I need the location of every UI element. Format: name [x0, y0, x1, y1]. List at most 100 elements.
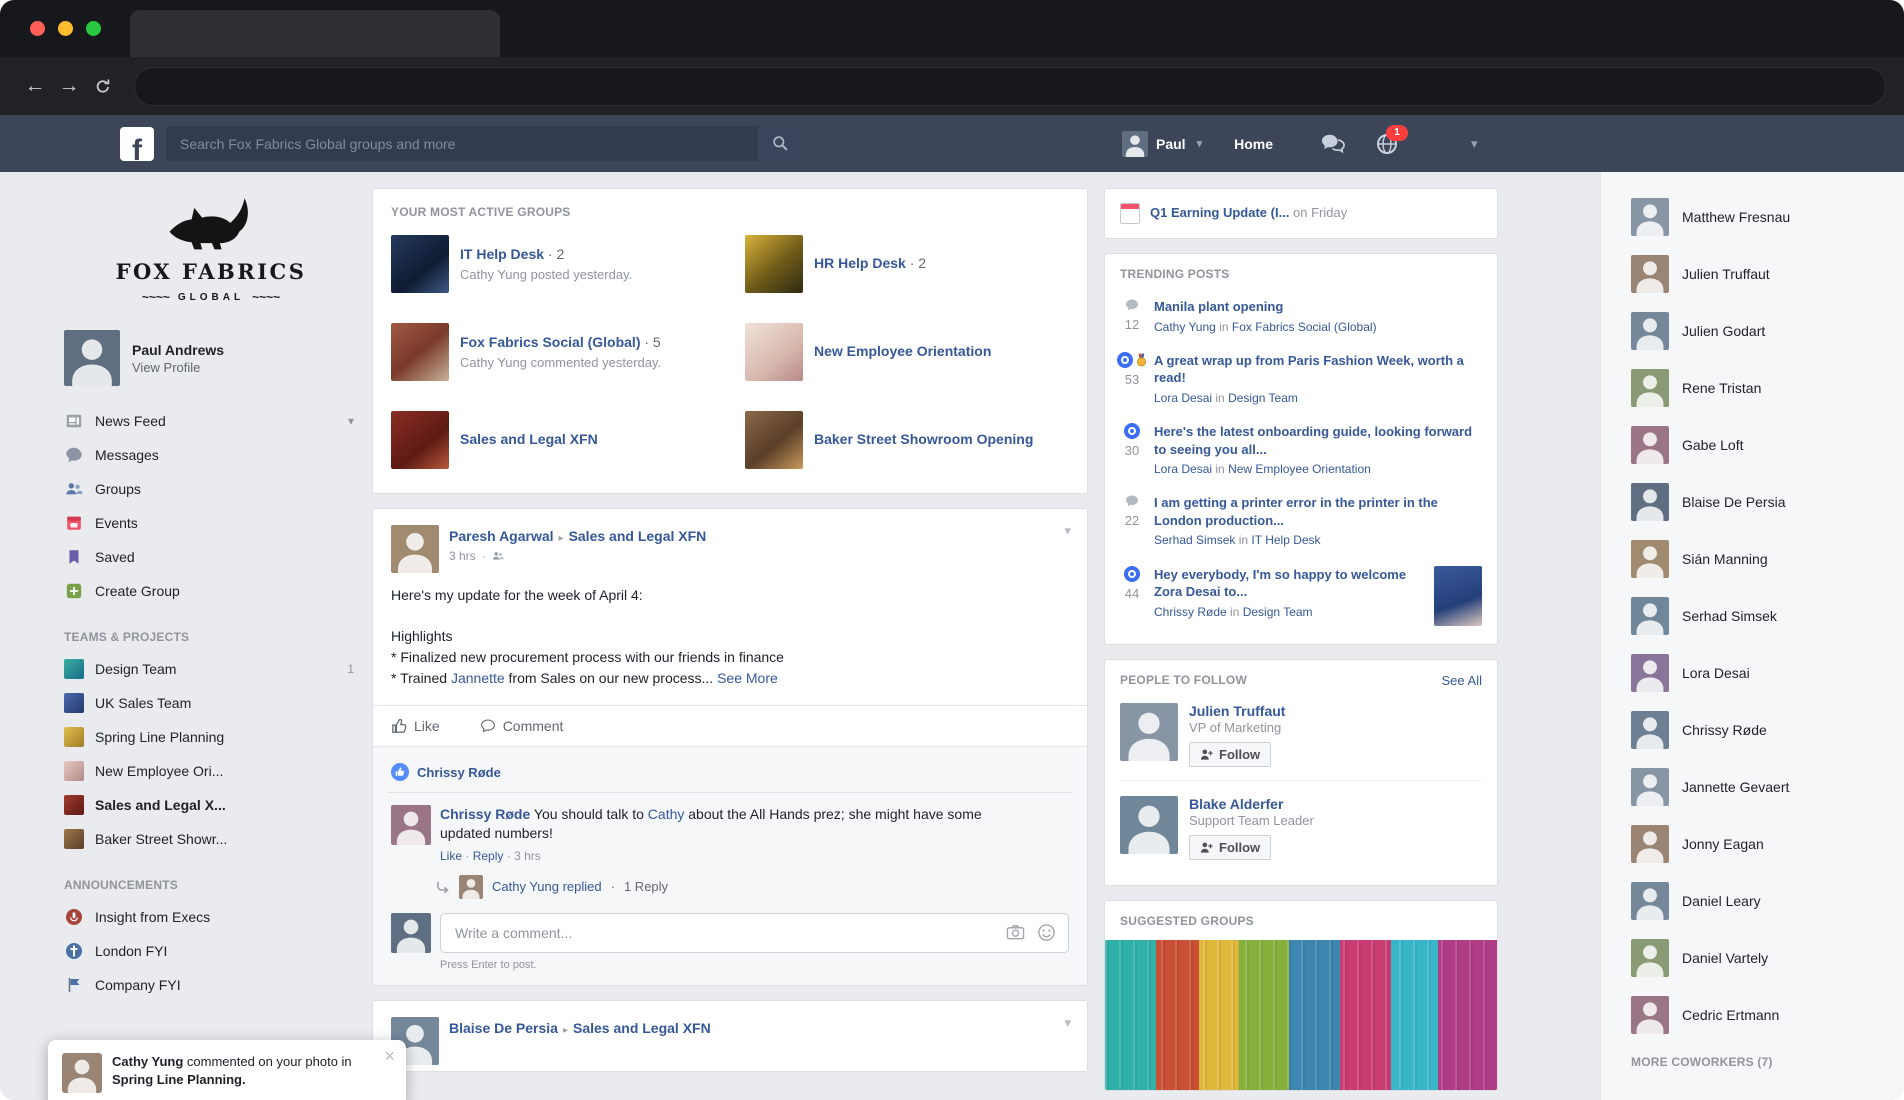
contact-row[interactable]: Daniel Leary — [1631, 872, 1904, 929]
group-item-sales-and-legal-xfn[interactable]: Sales and Legal XFN — [391, 411, 715, 469]
browser-tab[interactable] — [130, 10, 500, 57]
view-profile-link[interactable]: View Profile — [132, 360, 224, 375]
contact-row[interactable]: Blaise De Persia — [1631, 473, 1904, 530]
group-link[interactable]: New Employee Orientation — [1228, 462, 1371, 476]
post-options-chevron[interactable]: ▾ — [1064, 523, 1071, 539]
group-name[interactable]: Sales and Legal XFN — [460, 431, 598, 447]
sidebar-item-insight-from-execs[interactable]: Insight from Execs — [62, 900, 360, 934]
avatar[interactable] — [391, 805, 431, 845]
search-button[interactable] — [758, 126, 802, 161]
comment-reply-link[interactable]: Reply — [473, 849, 504, 863]
comment-button[interactable]: Comment — [480, 718, 564, 734]
group-link[interactable]: Fox Fabrics Social (Global) — [1232, 320, 1377, 334]
reload-button[interactable] — [86, 69, 120, 103]
person-name-link[interactable]: Blake Alderfer — [1189, 796, 1314, 812]
trending-title-link[interactable]: A great wrap up from Paris Fashion Week,… — [1154, 352, 1482, 387]
comment-author-link[interactable]: Chrissy Røde — [440, 806, 530, 822]
sidebar-item-events[interactable]: Events — [62, 506, 360, 540]
profile-menu[interactable]: Paul ▾ — [1122, 131, 1202, 157]
trending-title-link[interactable]: Hey everybody, I'm so happy to welcome Z… — [1154, 566, 1424, 601]
trending-title-link[interactable]: Manila plant opening — [1154, 298, 1482, 316]
window-minimize-button[interactable] — [58, 21, 73, 36]
sidebar-item-london-fyi[interactable]: London FYI — [62, 934, 360, 968]
sidebar-item-sales-and-legal[interactable]: Sales and Legal X... — [62, 788, 360, 822]
reply-author[interactable]: Cathy Yung replied — [492, 879, 602, 894]
reply-count[interactable]: 1 Reply — [624, 879, 668, 894]
group-item-fox-fabrics-social[interactable]: Fox Fabrics Social (Global) · 5 Cathy Yu… — [391, 323, 715, 381]
person-link[interactable]: Cathy Yung — [1154, 320, 1216, 334]
back-button[interactable]: ← — [18, 69, 52, 103]
sidebar-item-spring-line-planning[interactable]: Spring Line Planning — [62, 720, 360, 754]
account-menu-chevron[interactable]: ▾ — [1471, 136, 1478, 152]
event-reminder-card[interactable]: Q1 Earning Update (I... on Friday — [1104, 188, 1498, 239]
group-item-new-employee-orientation[interactable]: New Employee Orientation — [745, 323, 1069, 381]
person-link[interactable]: Lora Desai — [1154, 462, 1212, 476]
avatar[interactable] — [391, 525, 439, 573]
sidebar-item-baker-street-showroom[interactable]: Baker Street Showr... — [62, 822, 360, 856]
contact-row[interactable]: Daniel Vartely — [1631, 929, 1904, 986]
person-link[interactable]: Jannette — [451, 670, 505, 686]
comment-input[interactable] — [453, 924, 994, 942]
sidebar-item-new-employee-orientation[interactable]: New Employee Ori... — [62, 754, 360, 788]
person-link[interactable]: Cathy Yung — [112, 1054, 183, 1069]
messages-icon[interactable] — [1321, 132, 1345, 156]
trending-item[interactable]: 22 I am getting a printer error in the p… — [1120, 494, 1482, 548]
like-button[interactable]: Like — [391, 718, 440, 734]
sidebar-item-uk-sales-team[interactable]: UK Sales Team — [62, 686, 360, 720]
liked-by-name[interactable]: Chrissy Røde — [417, 765, 501, 780]
group-link[interactable]: Design Team — [1228, 391, 1298, 405]
group-name[interactable]: Baker Street Showroom Opening — [814, 431, 1033, 447]
see-more-link[interactable]: See More — [717, 670, 778, 686]
sidebar-item-news-feed[interactable]: News Feed ▾ — [62, 404, 360, 438]
forward-button[interactable]: → — [52, 69, 86, 103]
group-name[interactable]: New Employee Orientation — [814, 343, 991, 359]
avatar[interactable] — [1120, 703, 1178, 761]
contact-row[interactable]: Gabe Loft — [1631, 416, 1904, 473]
event-title-link[interactable]: Q1 Earning Update (I... — [1150, 205, 1289, 220]
group-name[interactable]: HR Help Desk — [814, 255, 906, 271]
contact-row[interactable]: Chrissy Røde — [1631, 701, 1904, 758]
avatar[interactable] — [1120, 796, 1178, 854]
chevron-down-icon[interactable]: ▾ — [348, 414, 354, 428]
notifications-icon[interactable]: 1 — [1375, 132, 1399, 156]
contact-row[interactable]: Jonny Eagan — [1631, 815, 1904, 872]
group-name[interactable]: IT Help Desk — [460, 246, 544, 262]
group-item-baker-street-showroom[interactable]: Baker Street Showroom Opening — [745, 411, 1069, 469]
post-timestamp[interactable]: 3 hrs — [449, 549, 476, 563]
person-link[interactable]: Cathy — [648, 806, 685, 822]
person-name-link[interactable]: Julien Truffaut — [1189, 703, 1285, 719]
group-name[interactable]: Fox Fabrics Social (Global) — [460, 334, 640, 350]
post-options-chevron[interactable]: ▾ — [1064, 1015, 1071, 1031]
notification-toast[interactable]: Cathy Yung commented on your photo in Sp… — [48, 1040, 406, 1100]
follow-button[interactable]: Follow — [1189, 742, 1271, 767]
contact-row[interactable]: Rene Tristan — [1631, 359, 1904, 416]
post-group-link[interactable]: Sales and Legal XFN — [569, 528, 707, 544]
contact-row[interactable]: Lora Desai — [1631, 644, 1904, 701]
contact-row[interactable]: Julien Godart — [1631, 302, 1904, 359]
contact-row[interactable]: Sián Manning — [1631, 530, 1904, 587]
comment-like-link[interactable]: Like — [440, 849, 462, 863]
sidebar-item-create-group[interactable]: Create Group — [62, 574, 360, 608]
smiley-icon[interactable] — [1037, 923, 1056, 942]
trending-title-link[interactable]: I am getting a printer error in the prin… — [1154, 494, 1482, 529]
sidebar-item-saved[interactable]: Saved — [62, 540, 360, 574]
camera-icon[interactable] — [1006, 923, 1025, 942]
window-zoom-button[interactable] — [86, 21, 101, 36]
reply-summary-row[interactable]: Cathy Yung replied · 1 Reply — [436, 875, 1073, 899]
group-item-it-help-desk[interactable]: IT Help Desk · 2 Cathy Yung posted yeste… — [391, 235, 715, 293]
address-bar[interactable] — [134, 67, 1886, 106]
post-author-link[interactable]: Paresh Agarwal — [449, 528, 554, 544]
person-link[interactable]: Serhad Simsek — [1154, 533, 1235, 547]
contact-row[interactable]: Serhad Simsek — [1631, 587, 1904, 644]
follow-button[interactable]: Follow — [1189, 835, 1271, 860]
group-link[interactable]: Spring Line Planning. — [112, 1072, 246, 1087]
person-link[interactable]: Lora Desai — [1154, 391, 1212, 405]
trending-item[interactable]: 30 Here's the latest onboarding guide, l… — [1120, 423, 1482, 477]
post-author-link[interactable]: Blaise De Persia — [449, 1020, 558, 1036]
search-input[interactable] — [166, 126, 758, 161]
sidebar-item-messages[interactable]: Messages — [62, 438, 360, 472]
contact-row[interactable]: Julien Truffaut — [1631, 245, 1904, 302]
group-link[interactable]: Design Team — [1243, 605, 1313, 619]
facebook-logo[interactable]: f — [120, 127, 154, 161]
see-all-link[interactable]: See All — [1442, 673, 1482, 688]
